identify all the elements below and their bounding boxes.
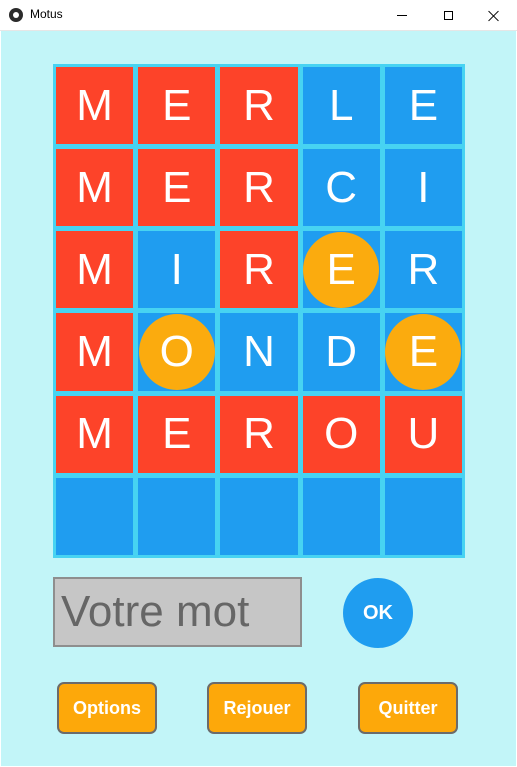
cell-letter: N <box>243 327 275 377</box>
title-bar: Motus <box>0 0 517 31</box>
board-cell <box>138 477 216 555</box>
board-cell: M <box>56 149 134 227</box>
word-input[interactable] <box>53 577 302 647</box>
board-cell: R <box>220 231 298 309</box>
cell-letter: E <box>408 80 439 130</box>
board-cell <box>220 477 298 555</box>
board-cell: M <box>56 67 134 145</box>
board-cell: O <box>302 395 380 473</box>
minimize-button[interactable] <box>379 0 425 31</box>
board-cell: R <box>220 395 298 473</box>
cell-letter: E <box>408 327 439 377</box>
cell-letter: E <box>162 80 192 130</box>
board-cell: E <box>384 67 462 145</box>
minimize-icon <box>397 15 407 16</box>
board-cell: R <box>384 231 462 309</box>
cell-letter: M <box>76 80 113 130</box>
board-cell: R <box>220 149 298 227</box>
board-cell: M <box>56 395 134 473</box>
cell-letter: E <box>162 162 192 212</box>
cell-letter: U <box>407 409 440 459</box>
close-button[interactable] <box>471 0 517 31</box>
cell-letter: M <box>76 244 113 294</box>
board-cell: I <box>384 149 462 227</box>
cell-letter: R <box>243 80 275 130</box>
ok-button[interactable]: OK <box>343 578 413 648</box>
cell-letter: O <box>324 409 359 459</box>
window-title: Motus <box>30 7 63 21</box>
cell-letter: E <box>162 409 192 459</box>
cell-letter: L <box>328 80 354 130</box>
board-cell <box>56 477 134 555</box>
board-cell: U <box>384 395 462 473</box>
cell-letter: M <box>76 162 113 212</box>
board-cell: M <box>56 231 134 309</box>
close-icon <box>488 10 500 22</box>
cell-letter: O <box>159 327 194 377</box>
motus-board: MERLEMERCIMIRERMONDEMEROU <box>53 64 465 558</box>
board-cell: O <box>138 313 216 391</box>
board-cell <box>302 477 380 555</box>
cell-letter: R <box>243 244 275 294</box>
cell-letter: R <box>243 409 275 459</box>
cell-letter: D <box>325 327 358 377</box>
quit-button[interactable]: Quitter <box>358 682 458 734</box>
board-cell: M <box>56 313 134 391</box>
board-cell: E <box>138 395 216 473</box>
cell-letter: C <box>325 162 358 212</box>
cell-letter: R <box>243 162 275 212</box>
board-cell: E <box>138 67 216 145</box>
cell-letter: I <box>417 162 430 212</box>
cell-letter: R <box>407 244 440 294</box>
maximize-button[interactable] <box>425 0 471 31</box>
board-cell: E <box>302 231 380 309</box>
cell-letter: M <box>76 327 113 377</box>
game-area: MERLEMERCIMIRERMONDEMEROU OK Options Rej… <box>1 31 516 766</box>
board-cell: I <box>138 231 216 309</box>
cell-letter: I <box>170 244 183 294</box>
board-cell: C <box>302 149 380 227</box>
board-cell: N <box>220 313 298 391</box>
board-cell <box>384 477 462 555</box>
options-button[interactable]: Options <box>57 682 157 734</box>
maximize-icon <box>443 11 453 20</box>
board-cell: E <box>138 149 216 227</box>
board-cell: R <box>220 67 298 145</box>
app-icon <box>9 8 23 22</box>
board-cell: D <box>302 313 380 391</box>
cell-letter: E <box>326 244 356 294</box>
replay-button[interactable]: Rejouer <box>207 682 307 734</box>
board-cell: E <box>384 313 462 391</box>
board-cell: L <box>302 67 380 145</box>
cell-letter: M <box>76 409 113 459</box>
